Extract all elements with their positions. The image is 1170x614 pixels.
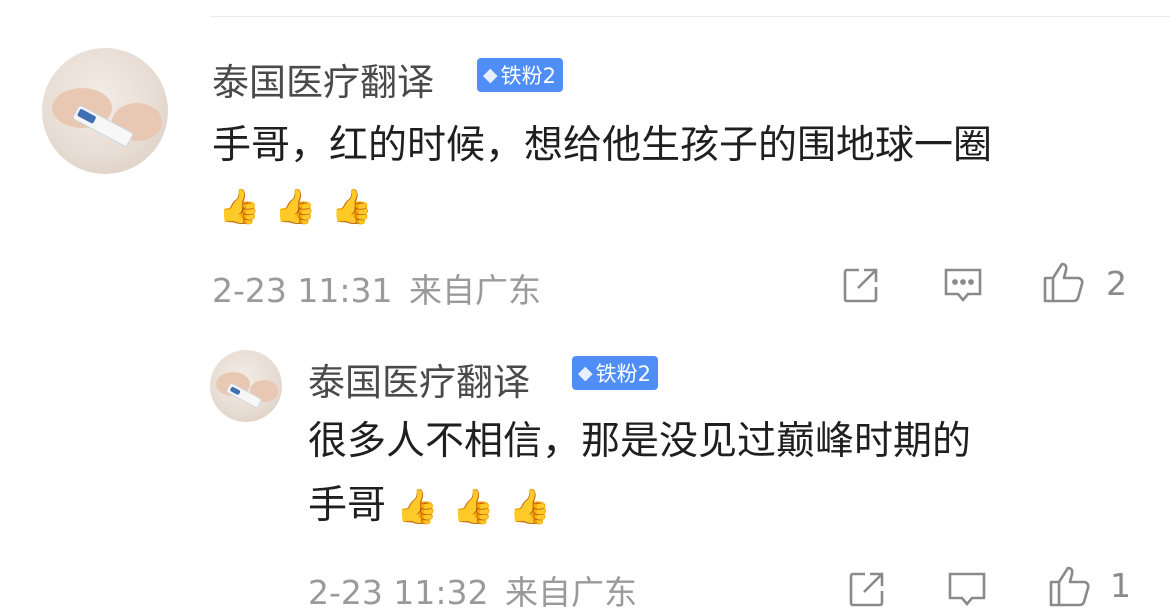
comment-emojis: 👍 👍 👍 bbox=[218, 178, 373, 235]
comment-text-line2: 手哥 👍 👍 👍 bbox=[308, 483, 552, 528]
comment-location: 来自广东 bbox=[409, 271, 542, 310]
reply-comment-icon[interactable] bbox=[944, 566, 990, 612]
fan-badge[interactable]: ◆ 铁粉2 bbox=[572, 356, 658, 390]
diamond-icon: ◆ bbox=[483, 64, 498, 86]
diamond-icon: ◆ bbox=[578, 362, 593, 384]
author-name[interactable]: 泰国医疗翻译 bbox=[212, 52, 434, 106]
thumbs-up-emoji: 👍 bbox=[218, 187, 261, 227]
thumbs-up-emoji: 👍 bbox=[452, 487, 495, 527]
thumbs-up-icon[interactable] bbox=[1040, 258, 1088, 306]
like-count: 1 bbox=[1110, 566, 1131, 605]
comment-location: 来自广东 bbox=[505, 573, 638, 612]
comment-meta: 2-23 11:31 来自广东 bbox=[212, 264, 541, 312]
reply-item: 泰国医疗翻译 ◆ 铁粉2 很多人不相信，那是没见过巅峰时期的 手哥 👍 👍 👍 2-2… bbox=[0, 330, 1170, 612]
thumbs-up-emoji: 👍 bbox=[330, 187, 374, 227]
thumbs-up-icon[interactable] bbox=[1046, 562, 1094, 610]
comment-item: 泰国医疗翻译 ◆ 铁粉2 手哥，红的时候，想给他生孩子的围地球一圈 👍 👍 👍 2-… bbox=[0, 0, 1170, 330]
comment-date: 2-23 bbox=[308, 573, 383, 612]
badge-label: 铁粉2 bbox=[595, 362, 651, 386]
comment-time: 11:31 bbox=[297, 271, 393, 310]
like-count: 2 bbox=[1106, 264, 1127, 303]
avatar[interactable] bbox=[42, 48, 168, 174]
comment-text: 手哥，红的时候，想给他生孩子的围地球一圈 bbox=[212, 123, 993, 168]
reply-comment-icon[interactable] bbox=[940, 262, 986, 308]
comment-meta: 2-23 11:32 来自广东 bbox=[308, 566, 637, 614]
thumbs-up-emoji: 👍 bbox=[508, 487, 552, 527]
fan-badge[interactable]: ◆ 铁粉2 bbox=[477, 58, 563, 92]
comment-date: 2-23 bbox=[212, 271, 287, 310]
thumbs-up-emoji: 👍 bbox=[274, 187, 317, 227]
author-name[interactable]: 泰国医疗翻译 bbox=[308, 352, 530, 406]
comment-time: 11:32 bbox=[393, 573, 489, 612]
share-icon[interactable] bbox=[844, 566, 890, 612]
thumbs-up-emoji: 👍 bbox=[396, 487, 439, 527]
badge-label: 铁粉2 bbox=[500, 64, 556, 88]
share-icon[interactable] bbox=[838, 262, 884, 308]
comment-text: 很多人不相信，那是没见过巅峰时期的 bbox=[308, 419, 972, 464]
avatar[interactable] bbox=[210, 350, 282, 422]
